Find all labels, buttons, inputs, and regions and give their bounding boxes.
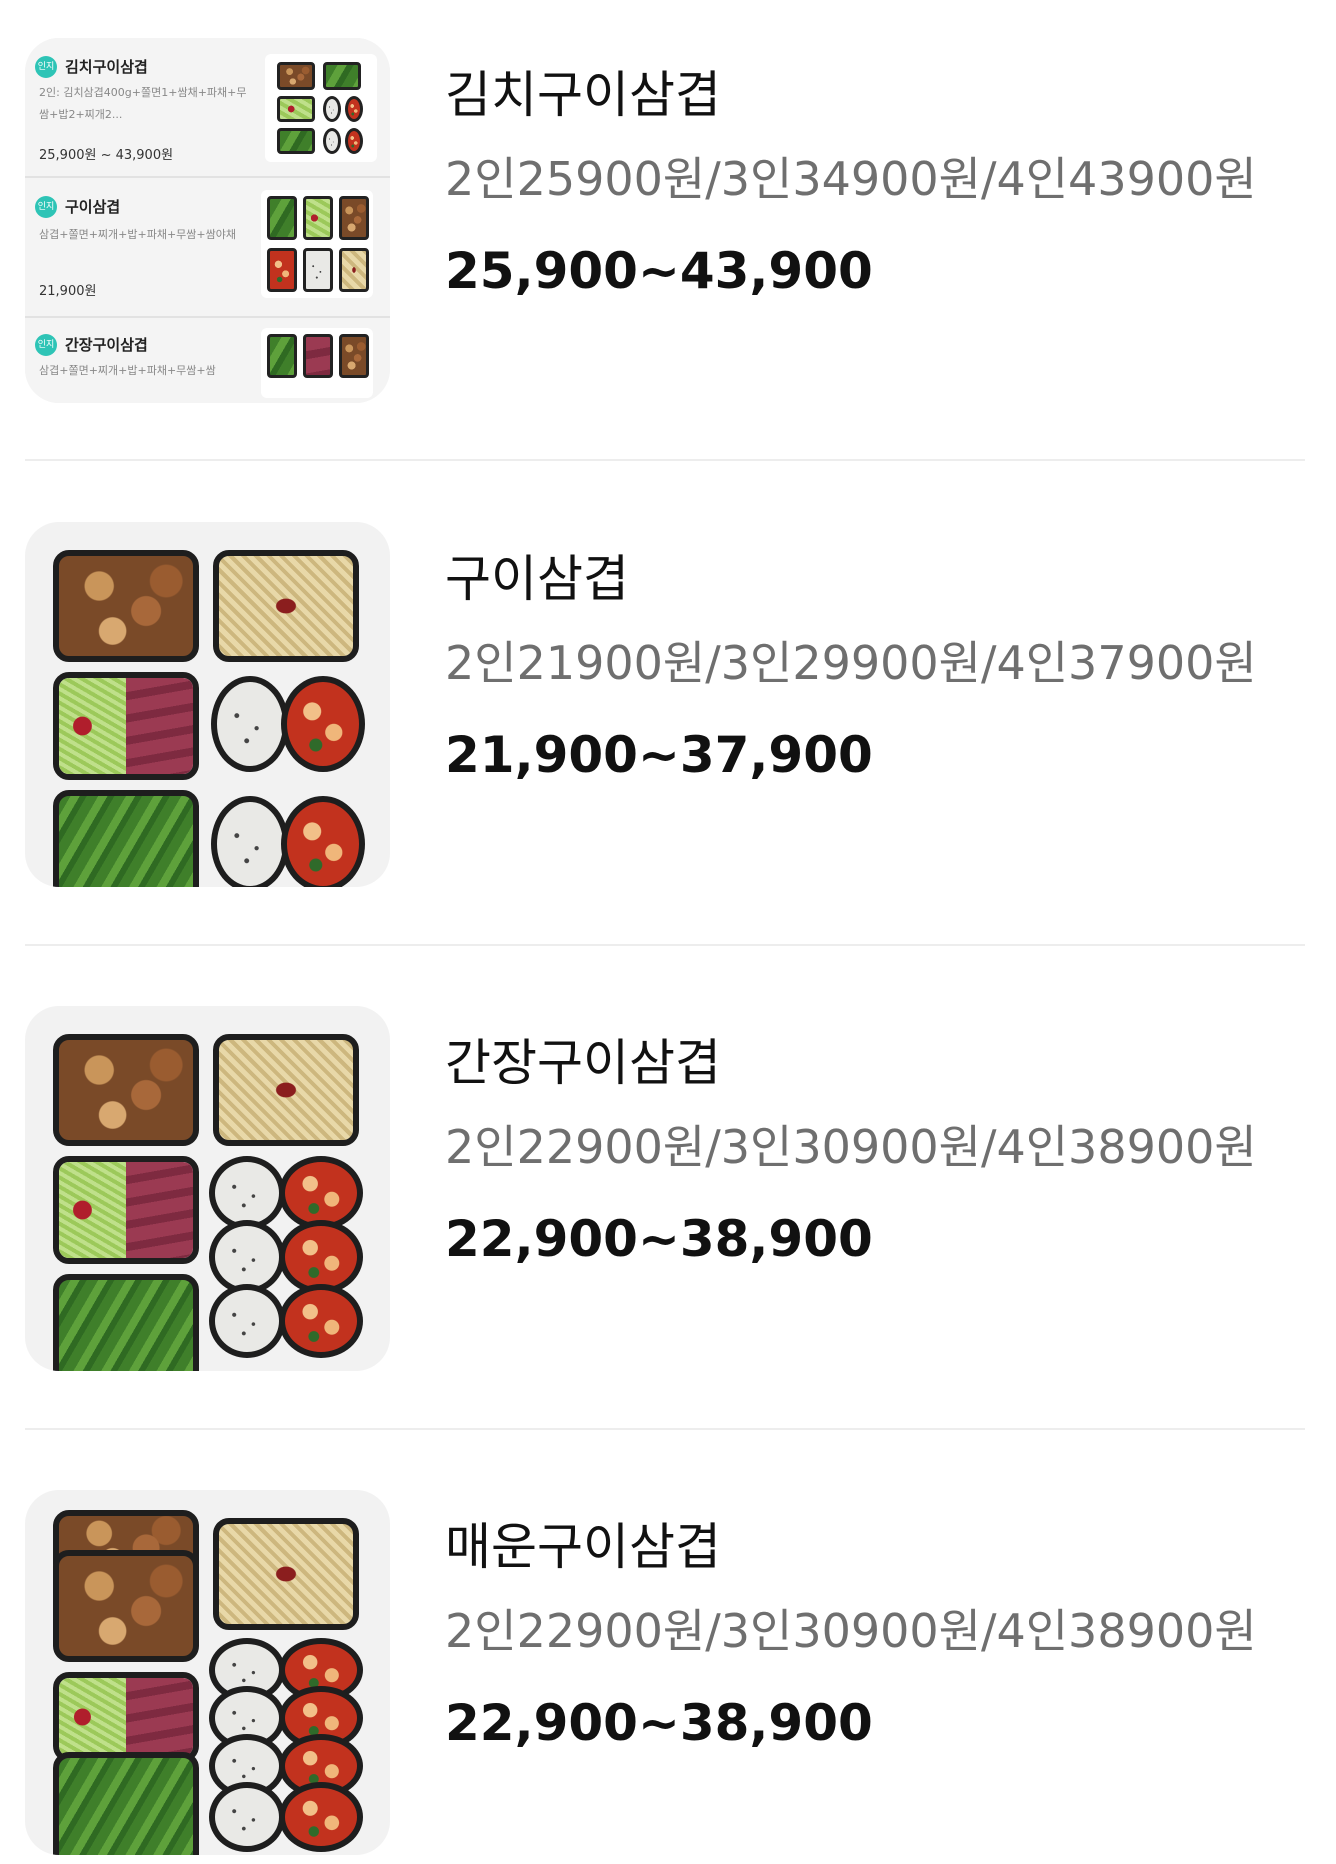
product-name[interactable]: 매운구이삼겹: [445, 1512, 1325, 1582]
meal-kit-image: [25, 1490, 390, 1855]
screenshot-row: 인지 간장구이삼겹 삼겹+쫄면+찌개+밥+파채+무쌈+쌈: [25, 318, 390, 403]
product-price-detail: 2인25900원/3인34900원/4인43900원: [445, 152, 1257, 206]
badge-icon: 인지: [35, 334, 57, 356]
product-item[interactable]: 구이삼겹 2인21900원/3인29900원/4인37900원 21,900~3…: [25, 522, 1305, 892]
product-price-range: 22,900~38,900: [445, 1694, 873, 1752]
product-name[interactable]: 간장구이삼겹: [445, 1028, 1325, 1098]
product-price-range: 22,900~38,900: [445, 1210, 873, 1268]
screenshot-row-title: 간장구이삼겹: [65, 336, 148, 354]
product-item[interactable]: 매운구이삼겹 2인22900원/3인30900원/4인38900원 22,900…: [25, 1490, 1305, 1860]
meal-kit-image: [25, 1006, 390, 1371]
product-thumbnail[interactable]: [25, 522, 390, 887]
divider: [25, 459, 1305, 461]
screenshot-row-price: 25,900원 ~ 43,900원: [39, 148, 174, 163]
product-name[interactable]: 구이삼겹: [445, 544, 1325, 614]
menu-screenshot-image: 인지 김치구이삼겹 2인: 김치삼겹400g+쫄면1+쌈채+파채+무쌈+밥2+찌…: [25, 38, 390, 403]
product-price-detail: 2인21900원/3인29900원/4인37900원: [445, 636, 1257, 690]
meal-kit-image: [25, 522, 390, 887]
screenshot-row: 인지 김치구이삼겹 2인: 김치삼겹400g+쫄면1+쌈채+파채+무쌈+밥2+찌…: [25, 38, 390, 178]
product-info: 구이삼겹 2인21900원/3인29900원/4인37900원 21,900~3…: [445, 544, 1325, 790]
screenshot-row-price: 21,900원: [39, 284, 97, 299]
screenshot-row-title: 구이삼겹: [65, 198, 121, 216]
product-price-detail: 2인22900원/3인30900원/4인38900원: [445, 1120, 1257, 1174]
screenshot-row: 인지 구이삼겹 삼겹+쫄면+찌개+밥+파채+무쌈+쌈야채 21,900원: [25, 178, 390, 318]
tray-thumbnail: [261, 190, 373, 298]
product-info: 매운구이삼겹 2인22900원/3인30900원/4인38900원 22,900…: [445, 1512, 1325, 1758]
product-name[interactable]: 김치구이삼겹: [445, 60, 1325, 130]
divider: [25, 1428, 1305, 1430]
product-thumbnail[interactable]: [25, 1006, 390, 1371]
badge-icon: 인지: [35, 196, 57, 218]
product-price-detail: 2인22900원/3인30900원/4인38900원: [445, 1604, 1257, 1658]
screenshot-row-desc: 삼겹+쫄면+찌개+밥+파채+무쌈+쌈: [39, 364, 216, 377]
product-item[interactable]: 간장구이삼겹 2인22900원/3인30900원/4인38900원 22,900…: [25, 1006, 1305, 1376]
tray-thumbnail: [265, 54, 377, 162]
screenshot-row-desc: 삼겹+쫄면+찌개+밥+파채+무쌈+쌈야채: [39, 228, 236, 241]
product-thumbnail[interactable]: [25, 1490, 390, 1855]
product-thumbnail[interactable]: 인지 김치구이삼겹 2인: 김치삼겹400g+쫄면1+쌈채+파채+무쌈+밥2+찌…: [25, 38, 390, 403]
product-item[interactable]: 인지 김치구이삼겹 2인: 김치삼겹400g+쫄면1+쌈채+파채+무쌈+밥2+찌…: [25, 38, 1305, 408]
divider: [25, 944, 1305, 946]
product-info: 간장구이삼겹 2인22900원/3인30900원/4인38900원 22,900…: [445, 1028, 1325, 1274]
tray-thumbnail: [261, 328, 373, 398]
badge-icon: 인지: [35, 56, 57, 78]
product-price-range: 21,900~37,900: [445, 726, 873, 784]
screenshot-row-desc: 2인: 김치삼겹400g+쫄면1+쌈채+파채+무쌈+밥2+찌개2...: [39, 86, 247, 121]
product-info: 김치구이삼겹 2인25900원/3인34900원/4인43900원 25,900…: [445, 60, 1325, 306]
product-price-range: 25,900~43,900: [445, 242, 873, 300]
screenshot-row-title: 김치구이삼겹: [65, 58, 148, 76]
